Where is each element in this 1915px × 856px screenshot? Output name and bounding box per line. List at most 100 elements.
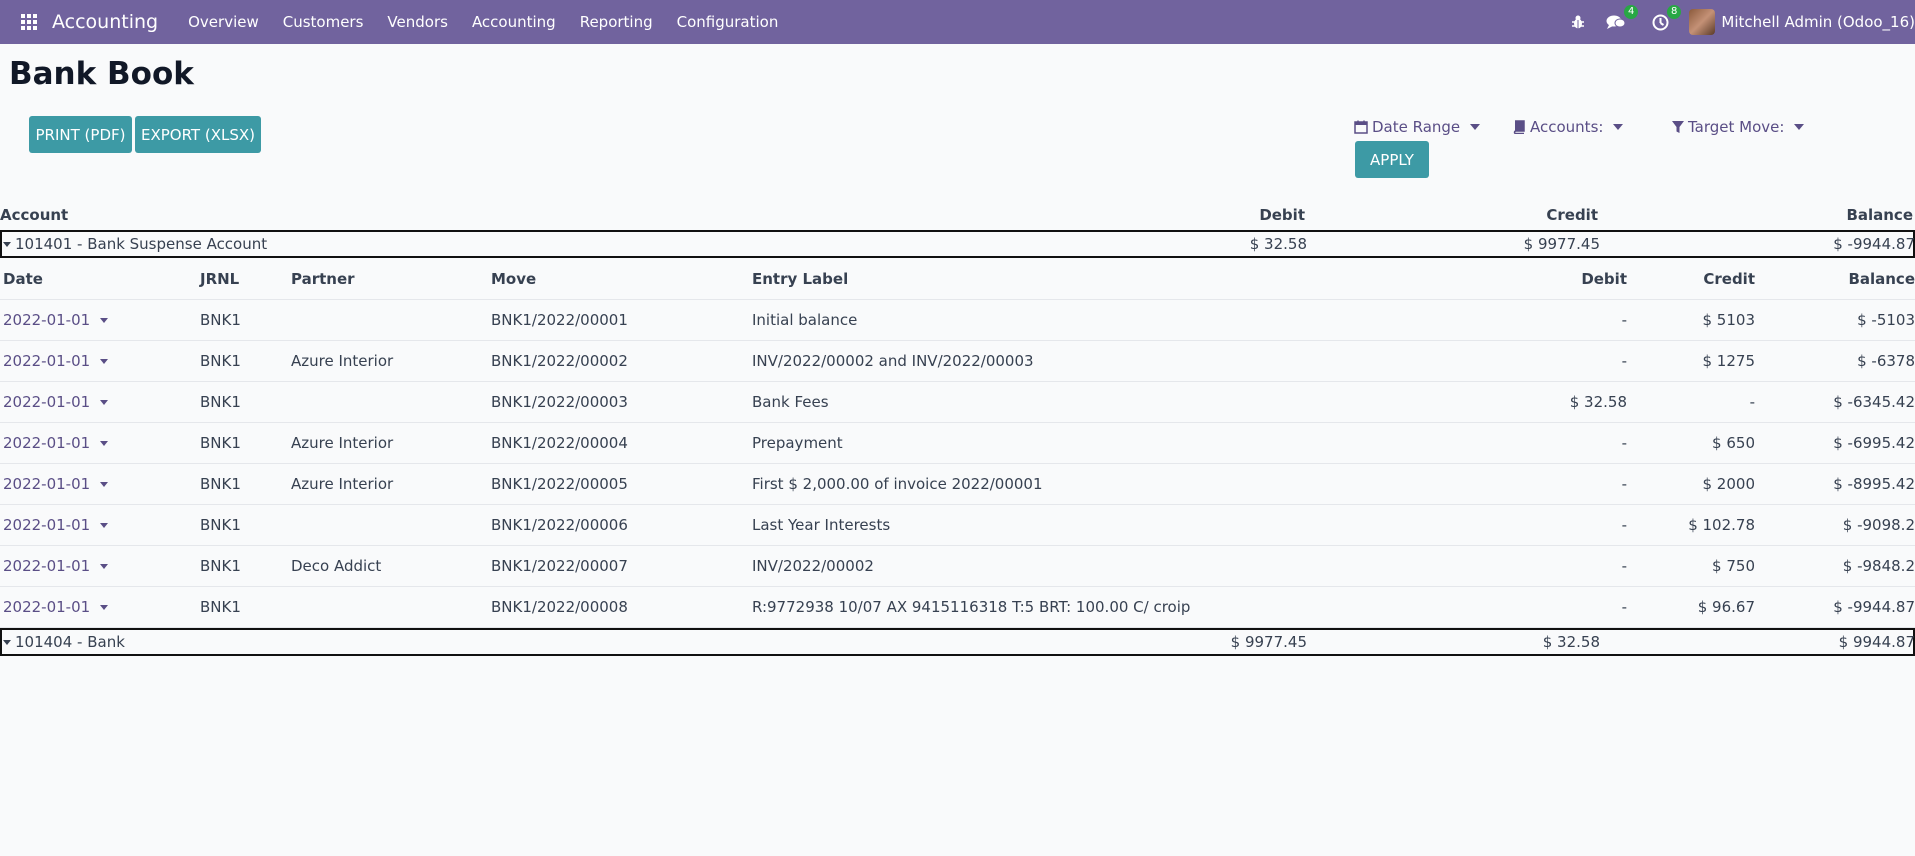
menu-reporting[interactable]: Reporting	[568, 0, 665, 44]
balance-cell: $ -8995.42	[1833, 475, 1915, 493]
page-title: Bank Book	[9, 56, 194, 92]
balance-column-header: Balance	[1848, 269, 1915, 288]
date-link[interactable]: 2022-01-01	[3, 311, 90, 329]
caret-down-icon	[3, 639, 11, 645]
debit-cell: -	[1621, 598, 1627, 616]
jrnl-cell: BNK1	[200, 475, 241, 493]
date-range-filter[interactable]: Date Range	[1354, 118, 1481, 136]
menu-configuration[interactable]: Configuration	[665, 0, 791, 44]
caret-down-icon[interactable]	[100, 563, 109, 569]
menu-overview[interactable]: Overview	[176, 0, 271, 44]
jrnl-cell: BNK1	[200, 598, 241, 616]
account-column-header: Account	[0, 206, 69, 224]
balance-cell: $ -5103	[1857, 311, 1915, 329]
date-cell: 2022-01-01	[0, 557, 200, 575]
book-icon	[1513, 120, 1525, 134]
debit-cell: -	[1621, 352, 1627, 370]
date-cell: 2022-01-01	[0, 352, 200, 370]
debit-column-header: Debit	[1581, 269, 1627, 288]
jrnl-cell: BNK1	[200, 311, 241, 329]
debit-cell: -	[1621, 516, 1627, 534]
messages-count-badge: 4	[1624, 5, 1639, 19]
activities-count-badge: 8	[1667, 5, 1682, 19]
bug-icon	[1572, 15, 1585, 29]
filter-icon	[1672, 120, 1684, 133]
caret-down-icon[interactable]	[100, 522, 109, 528]
debit-cell: -	[1621, 434, 1627, 452]
target-move-filter[interactable]: Target Move:	[1672, 118, 1805, 136]
debug-button[interactable]	[1560, 0, 1596, 44]
account-row[interactable]: 101404 - Bank $ 9977.45 $ 32.58 $ 9944.8…	[0, 628, 1915, 656]
jrnl-cell: BNK1	[200, 434, 241, 452]
caret-down-icon[interactable]	[100, 317, 109, 323]
account-name-cell: 101401 - Bank Suspense Account	[2, 235, 1127, 253]
account-balance: $ -9944.87	[1833, 235, 1915, 253]
date-link[interactable]: 2022-01-01	[3, 434, 90, 452]
account-lines-table: Date JRNL Partner Move Entry Label Debit…	[0, 258, 1915, 628]
summary-header: Account Debit Credit Balance	[0, 200, 1915, 230]
target-move-label: Target Move:	[1688, 118, 1785, 136]
credit-cell: $ 102.78	[1688, 516, 1755, 534]
credit-cell: $ 750	[1712, 557, 1755, 575]
date-link[interactable]: 2022-01-01	[3, 516, 90, 534]
account-name: 101401 - Bank Suspense Account	[15, 235, 268, 253]
jrnl-cell: BNK1	[200, 352, 241, 370]
account-row[interactable]: 101401 - Bank Suspense Account $ 32.58 $…	[0, 230, 1915, 258]
balance-cell: $ -9098.2	[1842, 516, 1915, 534]
accounts-filter[interactable]: Accounts:	[1513, 118, 1624, 136]
caret-down-icon[interactable]	[100, 358, 109, 364]
table-row: 2022-01-01 BNK1 BNK1/2022/00008 R:9772938 1…	[0, 587, 1915, 628]
move-cell: BNK1/2022/00004	[491, 434, 628, 452]
apply-button[interactable]: APPLY	[1355, 141, 1429, 178]
jrnl-column-header: JRNL	[200, 269, 240, 288]
credit-column-header: Credit	[1703, 269, 1755, 288]
account-credit: $ 32.58	[1542, 633, 1600, 651]
date-link[interactable]: 2022-01-01	[3, 352, 90, 370]
date-cell: 2022-01-01	[0, 393, 200, 411]
app-name[interactable]: Accounting	[52, 11, 158, 33]
user-menu[interactable]: Mitchell Admin (Odoo_16)	[1679, 9, 1915, 35]
activities-button[interactable]: 8	[1642, 0, 1682, 44]
accounts-label: Accounts:	[1530, 118, 1604, 136]
date-range-label: Date Range	[1372, 118, 1461, 136]
move-cell: BNK1/2022/00002	[491, 352, 628, 370]
caret-down-icon[interactable]	[100, 481, 109, 487]
date-link[interactable]: 2022-01-01	[3, 393, 90, 411]
credit-cell: $ 1275	[1702, 352, 1756, 370]
partner-cell: Azure Interior	[291, 475, 394, 493]
date-link[interactable]: 2022-01-01	[3, 557, 90, 575]
table-row: 2022-01-01 BNK1 BNK1/2022/00006 Last Year I…	[0, 505, 1915, 546]
jrnl-cell: BNK1	[200, 393, 241, 411]
credit-cell: $ 5103	[1702, 311, 1756, 329]
caret-down-icon[interactable]	[100, 399, 109, 405]
partner-cell: Azure Interior	[291, 434, 394, 452]
menu-accounting[interactable]: Accounting	[460, 0, 568, 44]
date-link[interactable]: 2022-01-01	[3, 598, 90, 616]
account-name: 101404 - Bank	[15, 633, 125, 651]
table-row: 2022-01-01 BNK1 Azure Interior BNK1/2022/00…	[0, 464, 1915, 505]
date-link[interactable]: 2022-01-01	[3, 475, 90, 493]
caret-down-icon[interactable]	[100, 440, 109, 446]
chat-icon	[1606, 15, 1626, 29]
date-column-header: Date	[3, 269, 43, 288]
export-xlsx-button[interactable]: EXPORT (XLSX)	[135, 116, 261, 153]
apps-menu-button[interactable]	[14, 0, 44, 44]
print-pdf-button[interactable]: PRINT (PDF)	[29, 116, 132, 153]
move-cell: BNK1/2022/00007	[491, 557, 628, 575]
caret-down-icon[interactable]	[100, 604, 109, 610]
entry-label-cell: R:9772938 10/07 AX 9415116318 T:5 BRT: 1…	[752, 598, 1191, 616]
account-balance: $ 9944.87	[1838, 633, 1915, 651]
menu-customers[interactable]: Customers	[271, 0, 376, 44]
entry-label-cell: First $ 2,000.00 of invoice 2022/00001	[752, 475, 1043, 493]
caret-down-icon	[3, 241, 11, 247]
jrnl-cell: BNK1	[200, 516, 241, 534]
bank-book-report: Account Debit Credit Balance 101401 - Ba…	[0, 200, 1915, 656]
balance-column-header: Balance	[1846, 206, 1913, 224]
date-cell: 2022-01-01	[0, 475, 200, 493]
entry-label-cell: INV/2022/00002 and INV/2022/00003	[752, 352, 1034, 370]
menu-vendors[interactable]: Vendors	[375, 0, 460, 44]
move-cell: BNK1/2022/00005	[491, 475, 628, 493]
table-row: 2022-01-01 BNK1 Deco Addict BNK1/2022/00007…	[0, 546, 1915, 587]
messages-button[interactable]: 4	[1596, 0, 1639, 44]
calendar-icon	[1354, 120, 1368, 134]
